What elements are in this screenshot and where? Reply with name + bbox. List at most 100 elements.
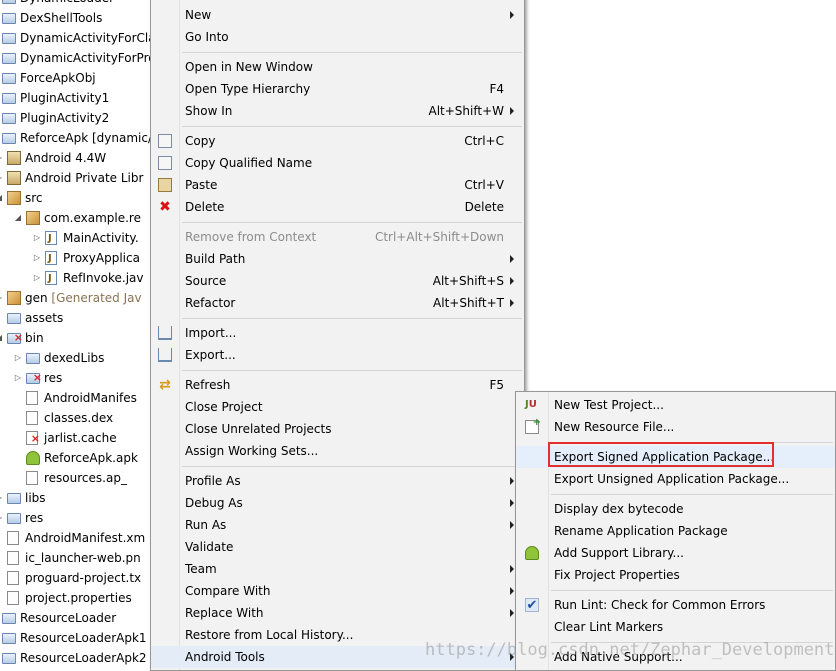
- folder-icon: [26, 368, 42, 388]
- collapsed-chevron-icon[interactable]: ▷: [32, 248, 42, 268]
- tree-item-text: resources.ap_: [44, 471, 127, 485]
- collapsed-chevron-icon[interactable]: ▷: [0, 488, 4, 508]
- tree-item-text: proguard-project.tx: [25, 571, 142, 585]
- menu-item-label: Rename Application Package: [554, 524, 728, 538]
- collapsed-chevron-icon[interactable]: ▷: [0, 508, 4, 528]
- menu-item-replace-with[interactable]: Replace With: [151, 602, 524, 624]
- tree-item-text: res: [25, 511, 44, 525]
- tree-item-label: src: [25, 188, 43, 208]
- menu-item-team[interactable]: Team: [151, 558, 524, 580]
- project-folder-icon: [2, 53, 16, 64]
- menu-item-build-path[interactable]: Build Path: [151, 248, 524, 270]
- file-icon: [7, 531, 19, 545]
- tree-item-text: ResourceLoaderApk2: [20, 651, 147, 665]
- menu-item-show-in[interactable]: Show In Alt+Shift+W: [151, 100, 524, 122]
- tree-item-label: ForceApkObj: [20, 68, 96, 88]
- menu-item-fix-project-properties[interactable]: Fix Project Properties: [516, 564, 835, 586]
- menu-item-validate[interactable]: Validate: [151, 536, 524, 558]
- menu-item-go-into[interactable]: Go Into: [151, 26, 524, 48]
- menu-item-debug-as[interactable]: Debug As: [151, 492, 524, 514]
- tree-item-label: ResourceLoader: [20, 608, 116, 628]
- tree-item-label: DynamicActivityForProx: [20, 48, 152, 68]
- collapsed-chevron-icon[interactable]: ▷: [0, 168, 4, 188]
- project-folder-icon: [2, 133, 16, 144]
- menu-item-export-unsigned-application-package[interactable]: Export Unsigned Application Package...: [516, 468, 835, 490]
- menu-item-run-lint-check-for-common-errors[interactable]: ✔ Run Lint: Check for Common Errors: [516, 594, 835, 616]
- menu-separator: [182, 52, 522, 53]
- collapsed-chevron-icon[interactable]: ▷: [13, 368, 23, 388]
- menu-item-restore-from-local-history[interactable]: Restore from Local History...: [151, 624, 524, 646]
- menu-item-source[interactable]: Source Alt+Shift+S: [151, 270, 524, 292]
- submenu-arrow-icon: [510, 609, 514, 617]
- menu-item-label: Delete: [185, 200, 225, 214]
- menu-item-add-native-support[interactable]: Add Native Support...: [516, 646, 835, 668]
- submenu-arrow-icon: [510, 107, 514, 115]
- menu-item-label: Refresh: [185, 378, 231, 392]
- menu-item-open-type-hierarchy[interactable]: Open Type Hierarchy F4: [151, 78, 524, 100]
- project-folder-icon: [2, 93, 16, 104]
- menu-item-delete[interactable]: ✖ Delete Delete: [151, 196, 524, 218]
- tree-item-text: project.properties: [25, 591, 132, 605]
- project-folder-icon: [2, 613, 16, 624]
- menu-separator: [182, 126, 522, 127]
- menu-item-android-tools[interactable]: Android Tools: [151, 646, 524, 668]
- menu-item-shortcut: Ctrl+V: [464, 178, 504, 192]
- tree-item-label: DexShellTools: [20, 8, 102, 28]
- expanded-chevron-icon[interactable]: ◢: [0, 328, 4, 348]
- tree-item-label: ReforceApk.apk: [44, 448, 138, 468]
- collapsed-chevron-icon[interactable]: ▷: [0, 148, 4, 168]
- expanded-chevron-icon[interactable]: ◢: [13, 208, 23, 228]
- tree-item-text: ForceApkObj: [20, 71, 96, 85]
- menu-item-export-signed-application-package[interactable]: Export Signed Application Package...: [516, 446, 835, 468]
- folder-icon: [7, 328, 23, 348]
- menu-item-refresh[interactable]: ⇄ Refresh F5: [151, 374, 524, 396]
- menu-item-profile-as[interactable]: Profile As: [151, 470, 524, 492]
- menu-item-import[interactable]: Import...: [151, 322, 524, 344]
- menu-item-new[interactable]: New: [151, 4, 524, 26]
- menu-item-export[interactable]: Export...: [151, 344, 524, 366]
- tree-item-label: ReforceApk [dynamic/: [20, 128, 152, 148]
- menu-item-close-unrelated-projects[interactable]: Close Unrelated Projects: [151, 418, 524, 440]
- menu-item-add-support-library[interactable]: Add Support Library...: [516, 542, 835, 564]
- menu-item-open-in-new-window[interactable]: Open in New Window: [151, 56, 524, 78]
- junit-icon: JU: [525, 399, 537, 410]
- tree-item-label: res: [44, 368, 62, 388]
- menu-item-label: Refactor: [185, 296, 236, 310]
- menu-item-rename-application-package[interactable]: Rename Application Package: [516, 520, 835, 542]
- menu-item-clear-lint-markers[interactable]: Clear Lint Markers: [516, 616, 835, 638]
- menu-item-label: Export...: [185, 348, 236, 362]
- collapsed-chevron-icon[interactable]: ▷: [32, 268, 42, 288]
- tree-item-text: PluginActivity2: [20, 111, 110, 125]
- menu-item-label: Open Type Hierarchy: [185, 82, 311, 96]
- menu-item-paste[interactable]: Paste Ctrl+V: [151, 174, 524, 196]
- menu-item-run-as[interactable]: Run As: [151, 514, 524, 536]
- tree-item-text: com.example.re: [44, 211, 141, 225]
- menu-item-copy[interactable]: Copy Ctrl+C: [151, 130, 524, 152]
- menu-item-new-resource-file[interactable]: New Resource File...: [516, 416, 835, 438]
- tree-item-label: PluginActivity1: [20, 88, 109, 108]
- menu-item-assign-working-sets[interactable]: Assign Working Sets...: [151, 440, 524, 462]
- new-resource-icon: [525, 417, 541, 434]
- menu-item-label: Paste: [185, 178, 218, 192]
- project-context-menu: New Go Into Open in New Window Open Type Hi…: [150, 0, 525, 671]
- collapsed-chevron-icon[interactable]: ▷: [13, 348, 23, 368]
- source-folder-icon: [7, 191, 21, 205]
- menu-separator: [182, 318, 522, 319]
- collapsed-chevron-icon[interactable]: ▷: [0, 288, 4, 308]
- project-folder-icon: [2, 0, 16, 4]
- java-file-icon: [45, 269, 57, 289]
- menu-item-refactor[interactable]: Refactor Alt+Shift+T: [151, 292, 524, 314]
- menu-item-copy-qualified-name[interactable]: Copy Qualified Name: [151, 152, 524, 174]
- menu-item-new-test-project[interactable]: JU New Test Project...: [516, 394, 835, 416]
- tree-item-text: libs: [25, 491, 46, 505]
- tree-item-text: ProxyApplica: [63, 251, 140, 265]
- collapsed-chevron-icon[interactable]: ▷: [32, 228, 42, 248]
- tree-item-label: gen [Generated Jav: [25, 288, 142, 308]
- menu-item-display-dex-bytecode[interactable]: Display dex bytecode: [516, 498, 835, 520]
- menu-item-compare-with[interactable]: Compare With: [151, 580, 524, 602]
- android-tools-submenu: JU New Test Project... New Resource File..…: [515, 391, 836, 671]
- expanded-chevron-icon[interactable]: ◢: [0, 188, 4, 208]
- menu-item-label: Android Tools: [185, 650, 265, 664]
- menu-item-close-project[interactable]: Close Project: [151, 396, 524, 418]
- library-icon: [7, 171, 21, 185]
